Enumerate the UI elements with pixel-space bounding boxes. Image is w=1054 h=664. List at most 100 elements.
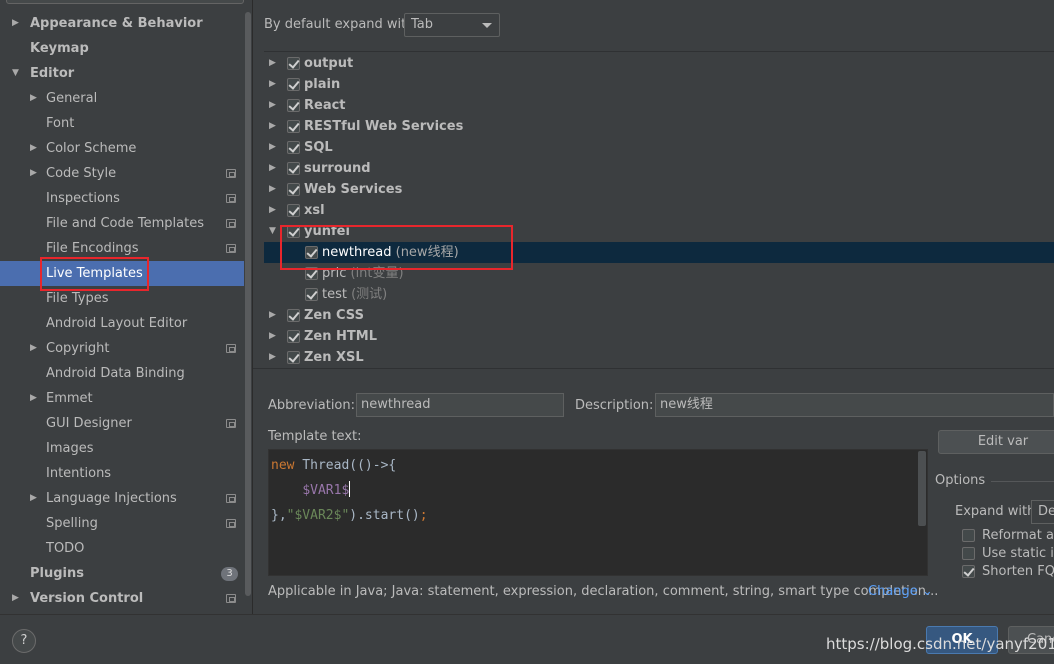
enabled-checkbox[interactable] — [305, 288, 318, 301]
template-text-editor[interactable]: new Thread(()->{ $VAR1$ },"$VAR2$").star… — [268, 449, 928, 576]
collapsed-arrow-icon[interactable]: ▶ — [30, 86, 37, 111]
default-expand-value: Tab — [411, 17, 434, 32]
sidebar-item-copyright[interactable]: ▶ Copyright — [0, 336, 244, 361]
template-group-zen-xsl[interactable]: ▶ Zen XSL — [264, 347, 1054, 367]
sidebar-item-file-types[interactable]: File Types — [0, 286, 244, 311]
collapsed-arrow-icon[interactable]: ▶ — [12, 11, 19, 36]
sidebar-item-editor[interactable]: ▼ Editor — [0, 61, 244, 86]
sidebar-item-intentions[interactable]: Intentions — [0, 461, 244, 486]
template-group-plain[interactable]: ▶ plain — [264, 74, 1054, 95]
reformat-checkbox[interactable] — [962, 529, 975, 542]
sidebar-item-android-data-binding[interactable]: Android Data Binding — [0, 361, 244, 386]
expanded-arrow-icon[interactable]: ▼ — [12, 61, 19, 86]
sidebar-item-code-style[interactable]: ▶ Code Style — [0, 161, 244, 186]
sidebar-item-label: GUI Designer — [46, 416, 132, 431]
collapsed-arrow-icon[interactable]: ▶ — [269, 200, 276, 221]
collapsed-arrow-icon[interactable]: ▶ — [269, 326, 276, 347]
settings-search-input[interactable] — [6, 0, 244, 4]
sidebar-item-language-injections[interactable]: ▶ Language Injections — [0, 486, 244, 511]
template-group-surround[interactable]: ▶ surround — [264, 158, 1054, 179]
sidebar-item-live-templates[interactable]: Live Templates — [0, 261, 244, 286]
collapsed-arrow-icon[interactable]: ▶ — [269, 305, 276, 326]
template-description: (测试) — [351, 287, 388, 302]
sidebar-scrollbar[interactable] — [245, 12, 251, 596]
enabled-checkbox[interactable] — [287, 351, 300, 364]
template-item-pric[interactable]: pric (int变量) — [264, 263, 1054, 284]
collapsed-arrow-icon[interactable]: ▶ — [269, 116, 276, 137]
collapsed-arrow-icon[interactable]: ▶ — [269, 158, 276, 179]
help-button[interactable]: ? — [12, 629, 36, 653]
shorten-fq-checkbox[interactable] — [962, 565, 975, 578]
sidebar-item-general[interactable]: ▶ General — [0, 86, 244, 111]
collapsed-arrow-icon[interactable]: ▶ — [30, 336, 37, 361]
chevron-down-icon — [482, 23, 492, 28]
template-item-test[interactable]: test (测试) — [264, 284, 1054, 305]
collapsed-arrow-icon[interactable]: ▶ — [269, 95, 276, 116]
collapsed-arrow-icon[interactable]: ▶ — [30, 386, 37, 411]
collapsed-arrow-icon[interactable]: ▶ — [30, 161, 37, 186]
collapsed-arrow-icon[interactable]: ▶ — [30, 486, 37, 511]
template-group-zen-css[interactable]: ▶ Zen CSS — [264, 305, 1054, 326]
expanded-arrow-icon[interactable]: ▼ — [269, 221, 276, 242]
sidebar-item-label: Spelling — [46, 516, 98, 531]
abbreviation-input[interactable]: newthread — [356, 393, 564, 417]
sidebar-item-color-scheme[interactable]: ▶ Color Scheme — [0, 136, 244, 161]
enabled-checkbox[interactable] — [287, 309, 300, 322]
collapsed-arrow-icon[interactable]: ▶ — [269, 53, 276, 74]
enabled-checkbox[interactable] — [287, 141, 300, 154]
template-group-output[interactable]: ▶ output — [264, 53, 1054, 74]
static-import-checkbox[interactable] — [962, 547, 975, 560]
edit-variables-button[interactable]: Edit var — [938, 430, 1054, 454]
sidebar-item-inspections[interactable]: Inspections — [0, 186, 244, 211]
collapsed-arrow-icon[interactable]: ▶ — [30, 136, 37, 161]
enabled-checkbox[interactable] — [287, 204, 300, 217]
description-input[interactable]: new线程 — [655, 393, 1054, 417]
change-contexts-link[interactable]: Change ⌄ — [868, 584, 933, 599]
template-group-yunfei[interactable]: ▼ yunfei — [264, 221, 1054, 242]
sidebar-item-android-layout-editor[interactable]: Android Layout Editor — [0, 311, 244, 336]
enabled-checkbox[interactable] — [287, 225, 300, 238]
sidebar-item-font[interactable]: Font — [0, 111, 244, 136]
sidebar-item-appearance-behavior[interactable]: ▶ Appearance & Behavior — [0, 11, 244, 36]
collapsed-arrow-icon[interactable]: ▶ — [269, 347, 276, 367]
enabled-checkbox[interactable] — [287, 183, 300, 196]
enabled-checkbox[interactable] — [287, 78, 300, 91]
template-group-sql[interactable]: ▶ SQL — [264, 137, 1054, 158]
abbreviation-label: Abbreviation: — [268, 398, 356, 413]
sidebar-item-file-encodings[interactable]: File Encodings — [0, 236, 244, 261]
default-expand-select[interactable]: Tab — [404, 13, 500, 37]
enabled-checkbox[interactable] — [287, 57, 300, 70]
template-abbreviation: test — [322, 287, 347, 302]
sidebar-item-todo[interactable]: TODO — [0, 536, 244, 561]
template-group-xsl[interactable]: ▶ xsl — [264, 200, 1054, 221]
project-scope-icon — [226, 494, 236, 503]
expand-with-select[interactable]: De — [1031, 500, 1054, 524]
sidebar-item-images[interactable]: Images — [0, 436, 244, 461]
collapsed-arrow-icon[interactable]: ▶ — [269, 137, 276, 158]
enabled-checkbox[interactable] — [287, 99, 300, 112]
template-group-name: Zen XSL — [304, 350, 364, 365]
enabled-checkbox[interactable] — [305, 246, 318, 259]
sidebar-item-label: Language Injections — [46, 491, 177, 506]
collapsed-arrow-icon[interactable]: ▶ — [12, 586, 19, 611]
template-group-zen-html[interactable]: ▶ Zen HTML — [264, 326, 1054, 347]
template-group-web-services[interactable]: ▶ Web Services — [264, 179, 1054, 200]
enabled-checkbox[interactable] — [287, 162, 300, 175]
collapsed-arrow-icon[interactable]: ▶ — [269, 74, 276, 95]
template-group-react[interactable]: ▶ React — [264, 95, 1054, 116]
editor-scrollbar[interactable] — [918, 451, 926, 526]
sidebar-item-file-and-code-templates[interactable]: File and Code Templates — [0, 211, 244, 236]
template-group-restful-web-services[interactable]: ▶ RESTful Web Services — [264, 116, 1054, 137]
sidebar-item-version-control[interactable]: ▶ Version Control — [0, 586, 244, 611]
sidebar-item-plugins[interactable]: Plugins 3 — [0, 561, 244, 586]
sidebar-item-spelling[interactable]: Spelling — [0, 511, 244, 536]
template-item-newthread[interactable]: newthread (new线程) — [264, 242, 1054, 263]
sidebar-item-keymap[interactable]: Keymap — [0, 36, 244, 61]
default-expand-label: By default expand with — [264, 17, 415, 32]
enabled-checkbox[interactable] — [287, 330, 300, 343]
enabled-checkbox[interactable] — [287, 120, 300, 133]
enabled-checkbox[interactable] — [305, 267, 318, 280]
sidebar-item-emmet[interactable]: ▶ Emmet — [0, 386, 244, 411]
sidebar-item-gui-designer[interactable]: GUI Designer — [0, 411, 244, 436]
collapsed-arrow-icon[interactable]: ▶ — [269, 179, 276, 200]
